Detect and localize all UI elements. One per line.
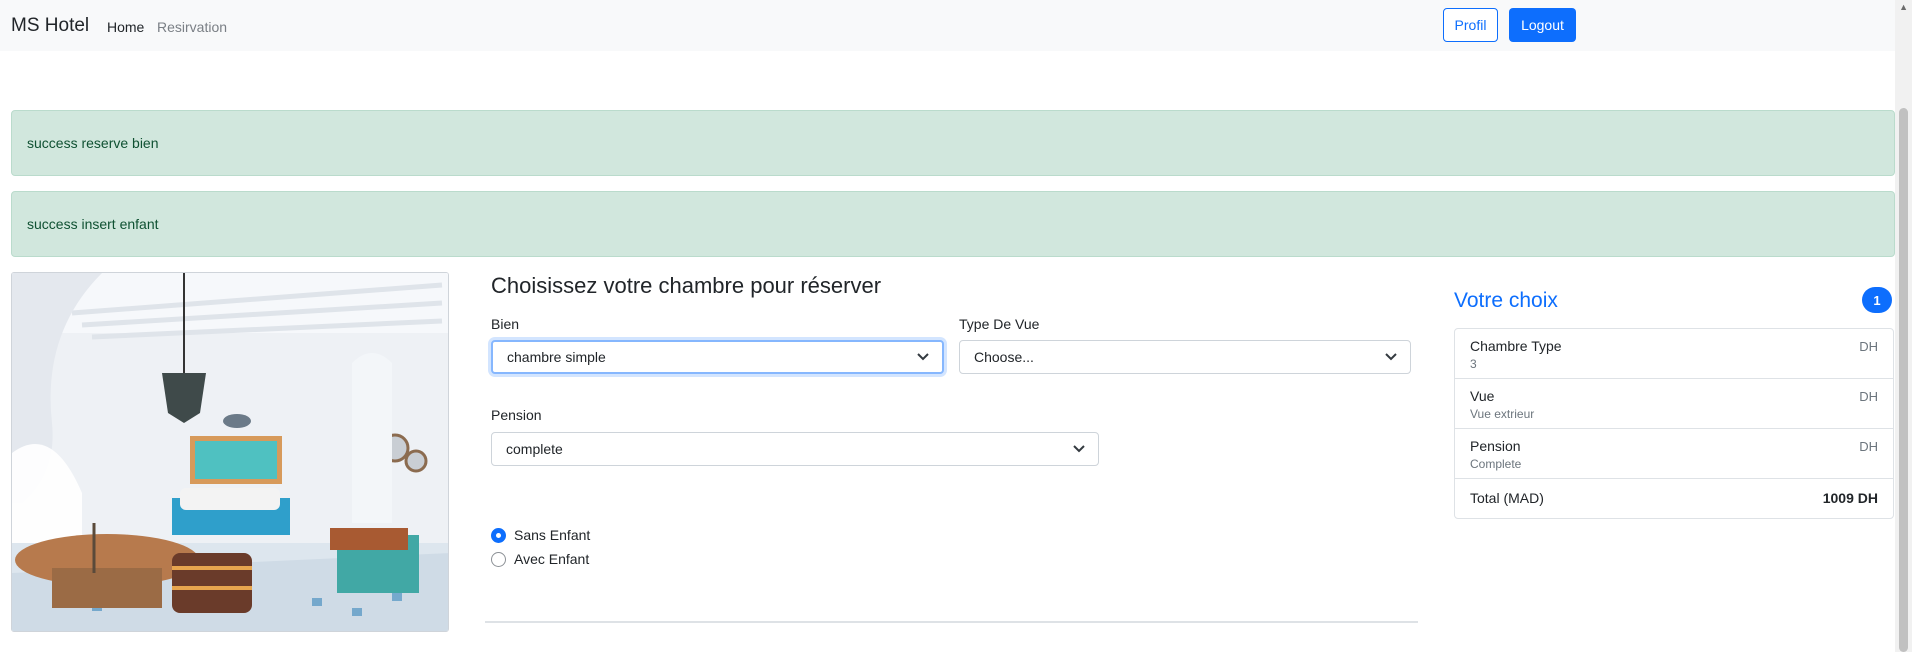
bien-label: Bien: [491, 316, 520, 332]
pension-select-value: complete: [506, 441, 563, 457]
chevron-down-icon: [917, 353, 929, 361]
page-scrollbar[interactable]: ▲: [1895, 0, 1912, 652]
nav-link-reservation[interactable]: Resirvation: [157, 19, 227, 35]
item-detail: Vue extrieur: [1470, 407, 1535, 421]
radio-label: Sans Enfant: [514, 527, 591, 543]
radio-avec-enfant[interactable]: Avec Enfant: [491, 551, 589, 567]
arrow-up-icon[interactable]: ▲: [1899, 2, 1908, 12]
chevron-down-icon: [1385, 353, 1397, 361]
total-row: Total (MAD) 1009 DH: [1455, 479, 1893, 518]
total-label: Total (MAD): [1470, 490, 1544, 506]
item-name: Vue: [1470, 388, 1495, 404]
top-navbar: MS Hotel Home Resirvation Profil Logout: [0, 0, 1895, 51]
brand-logo[interactable]: MS Hotel: [11, 15, 89, 37]
scrollbar-thumb[interactable]: [1899, 108, 1908, 652]
vue-select[interactable]: Choose...: [959, 340, 1411, 374]
item-name: Chambre Type: [1470, 338, 1562, 354]
pension-select[interactable]: complete: [491, 432, 1099, 466]
item-detail: 3: [1470, 357, 1477, 371]
total-value: 1009 DH: [1822, 490, 1878, 506]
item-name: Pension: [1470, 438, 1521, 454]
vue-label: Type De Vue: [959, 316, 1040, 332]
bien-select[interactable]: chambre simple: [491, 340, 944, 374]
list-item: Vue Vue extrieur DH: [1455, 379, 1893, 429]
chevron-down-icon: [1073, 445, 1085, 453]
radio-sans-enfant[interactable]: Sans Enfant: [491, 527, 590, 543]
radio-label: Avec Enfant: [514, 551, 590, 567]
list-item: Chambre Type 3 DH: [1455, 329, 1893, 379]
count-badge: 1: [1862, 287, 1892, 313]
nav-link-home[interactable]: Home: [107, 19, 144, 35]
success-alert: success reserve bien: [11, 110, 1895, 176]
summary-list: Chambre Type 3 DH Vue Vue extrieur DH Pe…: [1454, 328, 1894, 519]
radio-indicator[interactable]: [491, 551, 506, 567]
list-item: Pension Complete DH: [1455, 429, 1893, 479]
success-alert: success insert enfant: [11, 191, 1895, 257]
summary-title: Votre choix: [1454, 289, 1558, 312]
radio-indicator[interactable]: [491, 527, 506, 543]
vue-select-value: Choose...: [974, 349, 1034, 365]
item-price: DH: [1859, 439, 1878, 454]
pension-label: Pension: [491, 407, 542, 423]
form-title: Choisissez votre chambre pour réserver: [491, 273, 882, 298]
profil-button[interactable]: Profil: [1443, 8, 1498, 42]
room-photo: [11, 272, 449, 632]
logout-button[interactable]: Logout: [1509, 8, 1576, 42]
item-price: DH: [1859, 339, 1878, 354]
bien-select-value: chambre simple: [507, 349, 606, 365]
item-detail: Complete: [1470, 457, 1522, 471]
section-divider: [485, 621, 1418, 623]
item-price: DH: [1859, 389, 1878, 404]
